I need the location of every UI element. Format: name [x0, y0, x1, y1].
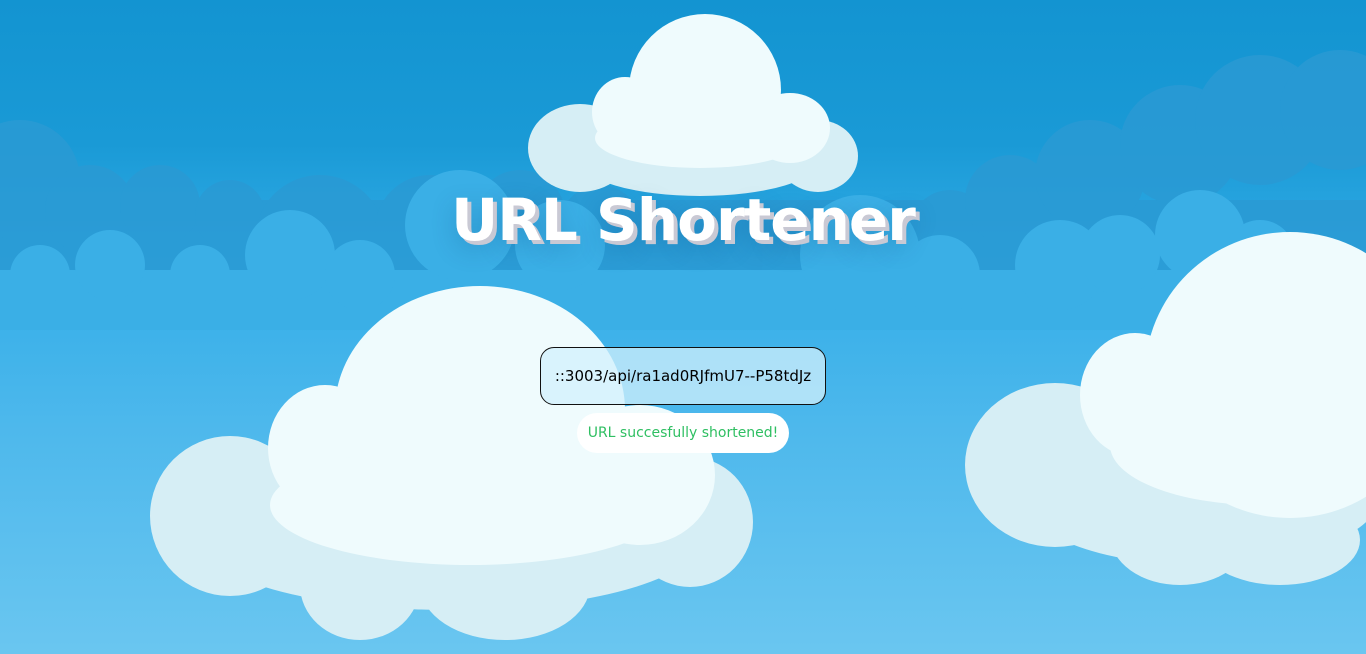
- cloud-bottom-left: [150, 286, 753, 640]
- success-status-badge: URL succesfully shortened!: [577, 413, 789, 453]
- sky-background: [0, 14, 1366, 640]
- short-url-field[interactable]: [540, 347, 826, 405]
- page: URL Shortener URL succesfully shortened!: [0, 0, 1366, 654]
- page-title: URL Shortener: [451, 186, 916, 254]
- cloud-top: [528, 14, 858, 196]
